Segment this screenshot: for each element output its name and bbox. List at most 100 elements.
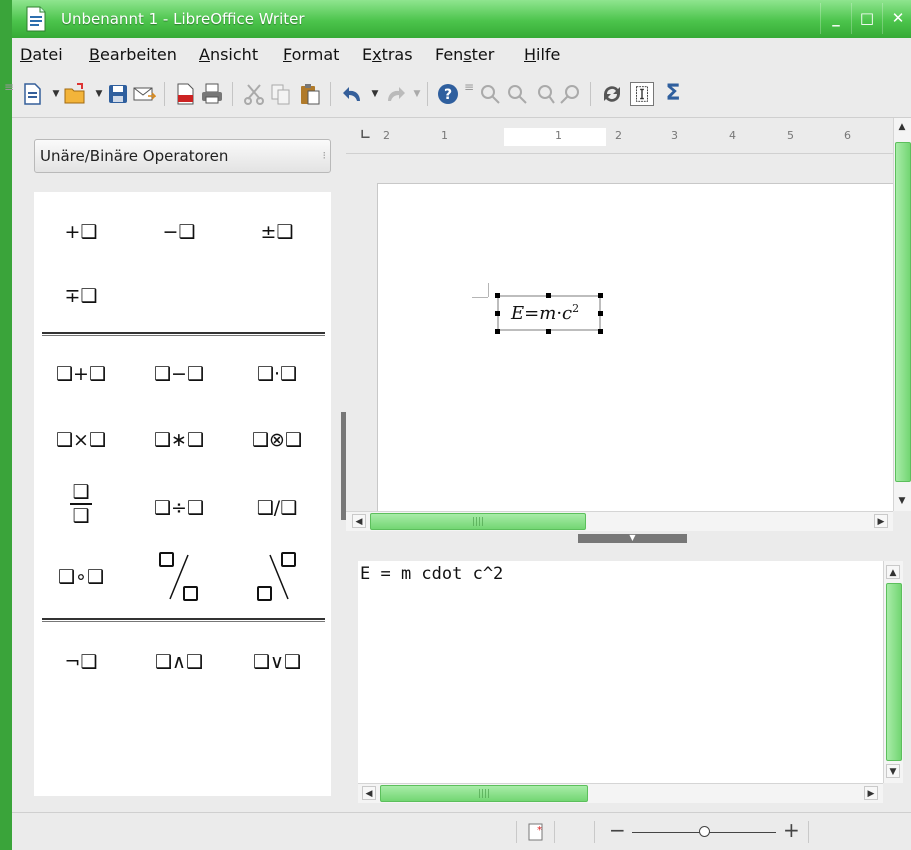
symbol-plus[interactable]: +❑ <box>46 214 116 250</box>
toolbar-grip-icon[interactable]: ≡ <box>4 81 14 104</box>
toolbar-separator <box>330 82 331 106</box>
zoom-out-button[interactable]: − <box>609 818 626 842</box>
tab-stop-icon[interactable]: ∟ <box>360 128 371 143</box>
export-pdf-icon[interactable] <box>173 82 197 106</box>
text-boundary-corner <box>488 283 489 297</box>
document-modified-icon[interactable]: * <box>528 823 544 841</box>
document-page[interactable] <box>377 183 893 511</box>
symbol-and[interactable]: ❑∧❑ <box>144 644 214 680</box>
window-left-border <box>0 0 12 850</box>
selection-handle[interactable] <box>598 329 603 334</box>
command-horizontal-thumb[interactable]: |||| <box>380 785 588 802</box>
svg-text:*: * <box>537 825 542 836</box>
selection-handle[interactable] <box>598 311 603 316</box>
symbol-asterisk[interactable]: ❑∗❑ <box>144 422 214 458</box>
selection-handle[interactable] <box>495 293 500 298</box>
window-title: Unbenannt 1 - LibreOffice Writer <box>61 10 305 28</box>
sigma-icon[interactable]: Σ <box>661 82 685 106</box>
writer-app-icon <box>26 6 46 32</box>
update-icon[interactable] <box>600 82 624 106</box>
symbol-fraction[interactable]: ❑ ❑ <box>46 482 116 530</box>
menu-hilfe[interactable]: Hilfe <box>524 45 560 64</box>
dropdown-arrow-icon: ⁝ <box>322 149 327 162</box>
command-splitter-handle[interactable]: ▼ <box>578 534 687 543</box>
new-document-icon[interactable] <box>20 82 44 106</box>
redo-icon <box>388 87 405 101</box>
menu-datei[interactable]: Datei <box>20 45 63 64</box>
symbol-otimes[interactable]: ❑⊗❑ <box>242 422 312 458</box>
standard-toolbar: ≡ ▼ ▼ ▼ ▼ ? ≡ Σ <box>4 72 911 118</box>
title-bar[interactable]: Unbenannt 1 - LibreOffice Writer _ □ ✕ <box>12 0 911 38</box>
symbol-cdot[interactable]: ❑·❑ <box>242 356 312 392</box>
menu-bearbeiten[interactable]: Bearbeiten <box>89 45 177 64</box>
maximize-button[interactable]: □ <box>851 3 882 34</box>
symbol-slash[interactable]: ❑/❑ <box>242 490 312 526</box>
symbol-minus[interactable]: −❑ <box>144 214 214 250</box>
minimize-button[interactable]: _ <box>820 3 851 34</box>
formula-render: E=m·c2 <box>511 302 580 324</box>
symbol-binary-plus[interactable]: ❑+❑ <box>46 356 116 392</box>
scroll-down-icon[interactable]: ▼ <box>886 764 900 778</box>
symbol-wide-slash[interactable] <box>152 549 204 605</box>
paste-icon[interactable] <box>298 82 322 106</box>
symbol-minus-plus[interactable]: ∓❑ <box>46 278 116 314</box>
symbol-wide-backslash[interactable] <box>250 549 302 605</box>
symbol-grid: +❑ −❑ ±❑ ∓❑ ❑+❑ ❑−❑ ❑·❑ ❑×❑ ❑∗❑ ❑⊗❑ ❑ ❑ … <box>34 192 331 796</box>
formula-object[interactable]: E=m·c2 <box>497 295 601 331</box>
formula-command-input[interactable]: E = m cdot c^2 <box>358 561 883 783</box>
open-folder-icon[interactable] <box>63 82 87 106</box>
zoom-in-button[interactable]: + <box>783 818 800 842</box>
selection-handle[interactable] <box>495 311 500 316</box>
ruler-label: 1 <box>441 129 448 142</box>
scroll-up-icon[interactable]: ▲ <box>895 120 909 134</box>
menu-extras[interactable]: Extras <box>362 45 413 64</box>
symbol-circ[interactable]: ❑∘❑ <box>46 559 116 595</box>
menu-ansicht[interactable]: Ansicht <box>199 45 258 64</box>
ruler-label: 1 <box>555 129 562 142</box>
zoom-page-icon <box>560 85 579 104</box>
symbol-divide[interactable]: ❑÷❑ <box>144 490 214 526</box>
symbol-binary-minus[interactable]: ❑−❑ <box>144 356 214 392</box>
document-horizontal-scrollbar[interactable]: ◀ |||| ▶ <box>346 511 893 531</box>
symbol-times[interactable]: ❑×❑ <box>46 422 116 458</box>
symbol-or[interactable]: ❑∨❑ <box>242 644 312 680</box>
selection-handle[interactable] <box>546 329 551 334</box>
document-vertical-scrollbar[interactable]: ▲ ▼ <box>893 118 911 511</box>
command-vertical-thumb[interactable] <box>886 583 902 761</box>
symbol-neg[interactable]: ¬❑ <box>46 644 116 680</box>
help-icon[interactable]: ? <box>436 82 460 106</box>
status-separator <box>808 821 809 843</box>
scroll-left-icon[interactable]: ◀ <box>352 514 366 528</box>
print-icon[interactable] <box>200 82 224 106</box>
selection-handle[interactable] <box>495 329 500 334</box>
save-icon[interactable] <box>106 82 130 106</box>
toolbar-separator <box>590 82 591 106</box>
toolbar-separator <box>232 82 233 106</box>
command-horizontal-scrollbar[interactable]: ◀ |||| ▶ <box>358 783 883 803</box>
category-dropdown[interactable]: Unäre/Binäre Operatoren ⁝ <box>34 139 331 173</box>
document-horizontal-thumb[interactable]: |||| <box>370 513 586 530</box>
text-boundary-corner <box>472 297 488 298</box>
group-divider <box>42 332 325 336</box>
scroll-right-icon[interactable]: ▶ <box>864 786 878 800</box>
symbol-plus-minus[interactable]: ±❑ <box>242 214 312 250</box>
toolbar-separator <box>427 82 428 106</box>
scroll-right-icon[interactable]: ▶ <box>874 514 888 528</box>
email-icon[interactable] <box>132 82 156 106</box>
menu-fenster[interactable]: Fenster <box>435 45 494 64</box>
selection-handle[interactable] <box>546 293 551 298</box>
copy-icon <box>271 84 290 105</box>
scroll-up-icon[interactable]: ▲ <box>886 565 900 579</box>
undo-icon[interactable] <box>341 82 365 106</box>
scroll-left-icon[interactable]: ◀ <box>362 786 376 800</box>
zoom-slider-knob[interactable] <box>699 826 710 837</box>
close-button[interactable]: ✕ <box>882 3 911 34</box>
ruler-label: 2 <box>383 129 390 142</box>
scroll-down-icon[interactable]: ▼ <box>895 494 909 508</box>
ruler-label: 3 <box>671 129 678 142</box>
command-vertical-scrollbar[interactable]: ▲ ▼ <box>883 561 903 783</box>
document-vertical-thumb[interactable] <box>895 142 911 482</box>
formula-cursor-icon[interactable] <box>630 82 654 106</box>
selection-handle[interactable] <box>598 293 603 298</box>
menu-format[interactable]: Format <box>283 45 339 64</box>
